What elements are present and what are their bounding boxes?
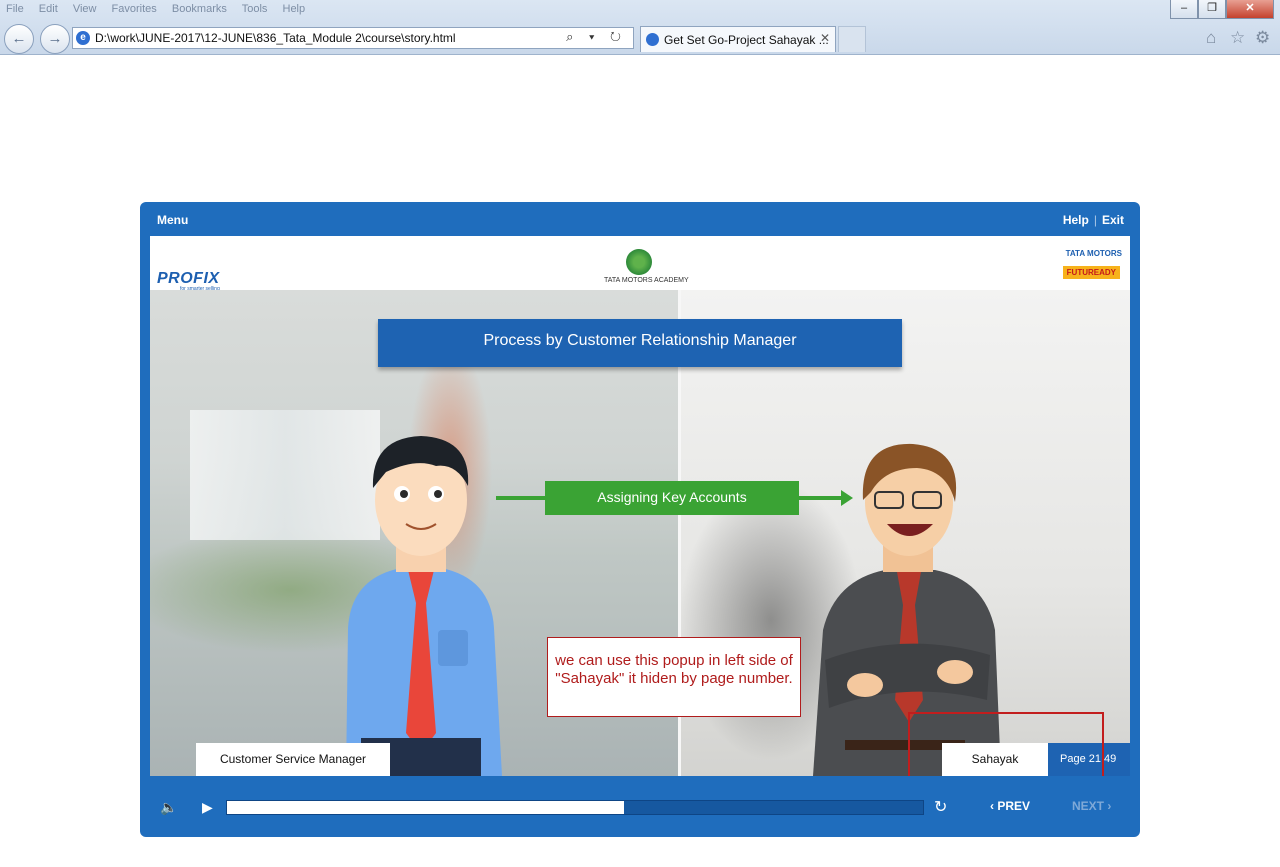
prev-button[interactable]: ‹ PREV [990, 799, 1030, 813]
maximize-button[interactable]: ❐ [1198, 0, 1226, 19]
academy-label: TATA MOTORS ACADEMY [604, 277, 689, 284]
progress-bar[interactable] [226, 800, 924, 815]
menu-file[interactable]: File [6, 3, 24, 15]
next-button[interactable]: NEXT › [1072, 799, 1111, 813]
sahayak-hand-right [937, 660, 973, 684]
slide-title: Process by Customer Relationship Manager [378, 319, 902, 367]
menu-view[interactable]: View [73, 3, 97, 15]
review-highlight-box [908, 712, 1104, 776]
tab-title: Get Set Go-Project Sahayak ... [664, 33, 829, 47]
browser-chrome: File Edit View Favorites Bookmarks Tools… [0, 0, 1280, 55]
tab-favicon-icon [646, 33, 659, 46]
progress-bar-fill [227, 801, 624, 814]
academy-tree-icon [626, 249, 652, 275]
slide-stage: Process by Customer Relationship Manager [150, 290, 1130, 776]
tata-motors-logo: TATA MOTORS [1065, 249, 1122, 258]
tata-academy-logo: TATA MOTORS ACADEMY [604, 249, 689, 284]
logo-header: PROFIX for smarter selling TATA MOTORS A… [150, 236, 1130, 292]
customer-service-manager-character [346, 436, 502, 776]
settings-gear-icon[interactable]: ⚙ [1255, 28, 1270, 48]
help-link[interactable]: Help [1063, 213, 1089, 227]
annotation-popup: we can use this popup in left side of "S… [547, 637, 801, 717]
arrow-line-right [799, 496, 841, 500]
browser-menubar: File Edit View Favorites Bookmarks Tools… [6, 3, 317, 15]
sahayak-hand-left [847, 673, 883, 697]
minimize-button[interactable]: – [1170, 0, 1198, 19]
arrow-line-left [496, 496, 546, 500]
address-url[interactable]: D:\work\JUNE-2017\12-JUNE\836_Tata_Modul… [95, 31, 456, 45]
back-button[interactable]: ← [4, 24, 34, 54]
menu-tools[interactable]: Tools [242, 3, 268, 15]
menu-favorites[interactable]: Favorites [112, 3, 157, 15]
exit-link[interactable]: Exit [1102, 213, 1124, 227]
csm-pupil-left [400, 490, 408, 498]
new-tab-button[interactable] [838, 26, 866, 52]
browser-tab-active[interactable]: Get Set Go-Project Sahayak ... ✕ [640, 26, 836, 52]
home-icon[interactable]: ⌂ [1206, 28, 1216, 48]
replay-icon[interactable]: ↻ [934, 797, 947, 817]
volume-icon[interactable]: 🔈 [160, 799, 177, 816]
window-controls: – ❐ ✕ [1170, 0, 1274, 19]
name-tag-customer-service-manager: Customer Service Manager [196, 743, 390, 776]
forward-button[interactable]: → [40, 24, 70, 54]
ie-page-icon: e [76, 31, 90, 45]
close-window-button[interactable]: ✕ [1226, 0, 1274, 19]
help-exit-links: Help | Exit [1063, 213, 1124, 227]
menu-edit[interactable]: Edit [39, 3, 58, 15]
assigning-key-accounts-label: Assigning Key Accounts [545, 481, 799, 515]
arrow-right-icon [841, 490, 853, 506]
futuready-logo: FUTUREADY [1062, 266, 1120, 279]
menu-bookmarks[interactable]: Bookmarks [172, 3, 227, 15]
address-tools-icons[interactable]: ⌕ ▾ ↻ [566, 29, 627, 45]
tab-close-icon[interactable]: ✕ [820, 31, 830, 45]
menu-link[interactable]: Menu [157, 213, 188, 227]
csm-pupil-right [434, 490, 442, 498]
course-player: Menu Help | Exit PROFIX for smarter sellin… [140, 202, 1140, 837]
menu-help[interactable]: Help [283, 3, 306, 15]
address-bar[interactable]: e D:\work\JUNE-2017\12-JUNE\836_Tata_Mod… [72, 27, 634, 49]
play-icon[interactable]: ▶ [202, 799, 213, 816]
csm-pocket [438, 630, 468, 666]
link-separator: | [1093, 213, 1097, 227]
favorites-star-icon[interactable]: ☆ [1230, 28, 1245, 48]
